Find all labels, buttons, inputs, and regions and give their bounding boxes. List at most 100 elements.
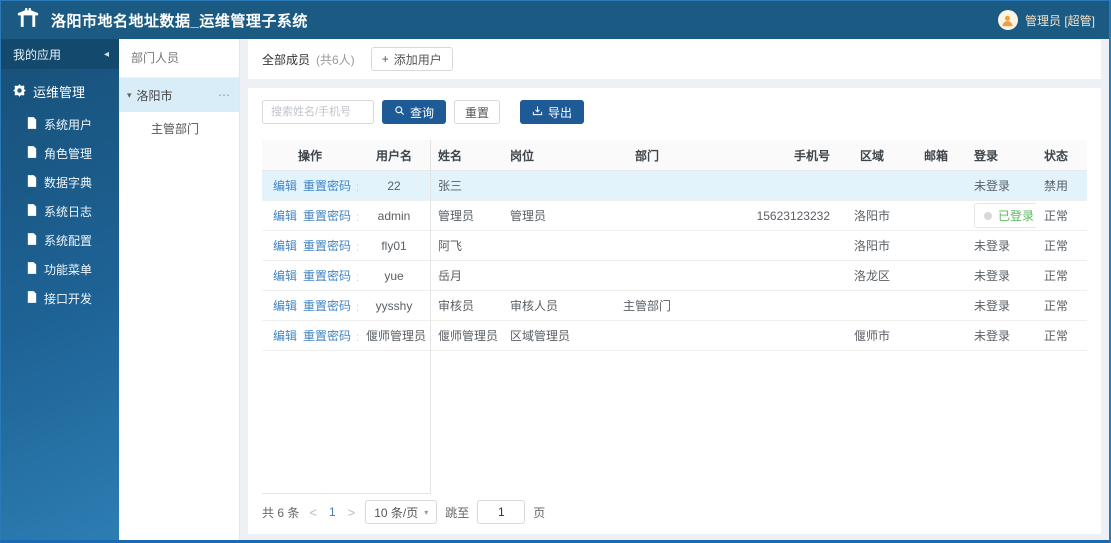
- sidebar-item-label: 角色管理: [44, 147, 93, 161]
- edit-link[interactable]: 编辑: [273, 329, 297, 343]
- export-button[interactable]: 导出: [520, 100, 585, 124]
- document-icon: [27, 233, 37, 248]
- cell-dept: [572, 320, 722, 351]
- cell-name: 偃师管理员: [430, 320, 502, 351]
- table-row[interactable]: 编辑重置密码删除yue岳月 洛龙区 未登录正常: [262, 260, 1087, 291]
- cell-region: 洛阳市: [838, 200, 906, 231]
- sidebar-item[interactable]: 系统日志: [1, 197, 119, 226]
- user-menu[interactable]: 管理员 [超管]: [997, 10, 1095, 30]
- cell-actions: 编辑重置密码删除: [262, 200, 358, 231]
- add-user-button[interactable]: + 添加用户: [370, 47, 453, 71]
- delete-link[interactable]: 删除: [357, 299, 358, 313]
- reset-password-link[interactable]: 重置密码: [303, 239, 351, 253]
- sidebar-item[interactable]: 系统配置: [1, 226, 119, 255]
- table-row[interactable]: 编辑重置密码删除22张三 未登录禁用: [262, 170, 1087, 201]
- reset-password-link[interactable]: 重置密码: [303, 209, 351, 223]
- sidebar-section-my-apps[interactable]: 我的应用 ◂: [1, 39, 119, 69]
- query-button[interactable]: 查询: [382, 100, 447, 124]
- cell-status: 正常: [1036, 230, 1087, 261]
- plus-icon: +: [381, 52, 389, 66]
- caret-down-icon[interactable]: ▾: [127, 90, 132, 101]
- page-size-select[interactable]: 10 条/页 ▾: [365, 500, 438, 524]
- edit-link[interactable]: 编辑: [273, 179, 297, 193]
- reset-password-link[interactable]: 重置密码: [303, 299, 351, 313]
- collapse-icon[interactable]: ◂: [104, 49, 109, 60]
- cell-position: [502, 170, 572, 201]
- current-page[interactable]: 1: [327, 505, 338, 519]
- cell-dept: [572, 230, 722, 261]
- search-input[interactable]: [262, 100, 374, 124]
- cell-phone: [722, 290, 838, 321]
- delete-link[interactable]: 删除: [357, 329, 358, 343]
- cell-actions: 编辑重置密码删除: [262, 320, 358, 351]
- jump-page-input[interactable]: [477, 500, 526, 524]
- column-header: 操作: [262, 140, 358, 171]
- edit-link[interactable]: 编辑: [273, 269, 297, 283]
- document-icon: [27, 117, 37, 132]
- cell-email: [906, 170, 966, 201]
- column-header: 邮箱: [906, 140, 966, 171]
- sidebar-item-label: 系统用户: [44, 118, 93, 132]
- fixed-column-bottom-border: [262, 493, 430, 494]
- cell-status: 禁用: [1036, 170, 1087, 201]
- reset-password-link[interactable]: 重置密码: [303, 329, 351, 343]
- app-title: 洛阳市地名地址数据_运维管理子系统: [51, 12, 308, 30]
- cell-email: [906, 200, 966, 231]
- reset-button[interactable]: 重置: [454, 100, 501, 124]
- cell-login: 未登录: [966, 290, 1036, 321]
- column-header: 登录: [966, 140, 1036, 171]
- table-row[interactable]: 编辑重置密码删除fly01阿飞 洛阳市 未登录正常: [262, 230, 1087, 261]
- delete-link[interactable]: 删除: [357, 269, 358, 283]
- dept-tree-child[interactable]: 主管部门: [119, 112, 239, 146]
- table-row[interactable]: 编辑重置密码删除偃师管理员偃师管理员区域管理员偃师市未登录正常: [262, 320, 1087, 351]
- cell-region: 洛阳市: [838, 230, 906, 261]
- sidebar-item[interactable]: 数据字典: [1, 168, 119, 197]
- reset-label: 重置: [465, 105, 490, 120]
- delete-link[interactable]: 删除: [357, 239, 358, 253]
- edit-link[interactable]: 编辑: [273, 209, 297, 223]
- dept-tree-root[interactable]: ▾ 洛阳市 ⋯: [119, 78, 239, 112]
- cell-actions: 编辑重置密码删除: [262, 230, 358, 261]
- jump-label: 跳至: [445, 505, 470, 520]
- cell-phone: [722, 170, 838, 201]
- search-icon: [394, 105, 405, 119]
- user-label: 管理员 [超管]: [1024, 13, 1095, 28]
- edit-link[interactable]: 编辑: [273, 239, 297, 253]
- column-header: 姓名: [430, 140, 502, 171]
- cell-position: [502, 260, 572, 291]
- cell-login: 未登录: [966, 230, 1036, 261]
- cell-login: 未登录: [966, 320, 1036, 351]
- reset-password-link[interactable]: 重置密码: [303, 179, 351, 193]
- cell-login: 未登录: [966, 260, 1036, 291]
- sidebar-item[interactable]: 系统用户: [1, 110, 119, 139]
- sidebar-item[interactable]: 接口开发: [1, 284, 119, 313]
- edit-link[interactable]: 编辑: [273, 299, 297, 313]
- reset-password-link[interactable]: 重置密码: [303, 269, 351, 283]
- prev-page-button[interactable]: <: [307, 505, 319, 520]
- jump-suffix: 页: [533, 505, 546, 520]
- cell-actions: 编辑重置密码删除: [262, 170, 358, 201]
- cell-position: [502, 230, 572, 261]
- next-page-button[interactable]: >: [346, 505, 358, 520]
- delete-link[interactable]: 删除: [357, 179, 358, 193]
- sidebar-item[interactable]: 角色管理: [1, 139, 119, 168]
- avatar: [997, 10, 1018, 30]
- more-actions-icon[interactable]: ⋯: [218, 88, 231, 102]
- sidebar-item[interactable]: 功能菜单: [1, 255, 119, 284]
- gear-icon: [13, 83, 26, 100]
- column-header: 用户名: [358, 140, 430, 171]
- delete-link[interactable]: 删除: [357, 209, 358, 223]
- document-icon: [27, 291, 37, 306]
- sidebar-group-ops-management[interactable]: 运维管理: [1, 69, 119, 110]
- sidebar-menu: 系统用户角色管理数据字典系统日志系统配置 功能菜单 接口开发: [1, 110, 119, 313]
- table-row[interactable]: 编辑重置密码删除admin管理员管理员15623123232洛阳市已登录正常: [262, 200, 1087, 231]
- document-icon: [27, 204, 37, 219]
- sidebar-item-label: 系统日志: [44, 205, 93, 219]
- table-row[interactable]: 编辑重置密码删除yysshy审核员审核人员主管部门 未登录正常: [262, 290, 1087, 321]
- dept-panel-title: 部门人员: [119, 39, 239, 78]
- export-icon: [532, 105, 543, 119]
- select-caret-icon: ▾: [424, 507, 429, 517]
- cell-status: 正常: [1036, 320, 1087, 351]
- cell-username: 偃师管理员: [358, 320, 430, 351]
- top-header: 洛阳市地名地址数据_运维管理子系统 管理员 [超管]: [1, 1, 1109, 39]
